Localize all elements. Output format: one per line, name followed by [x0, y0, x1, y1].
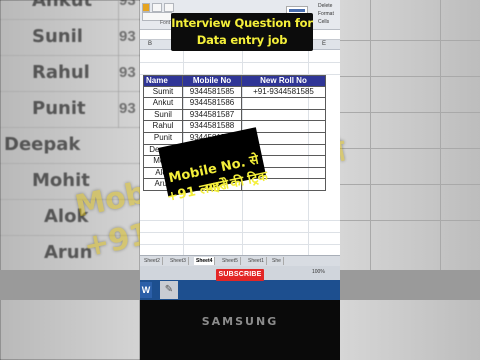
delete-button[interactable]: Delete	[312, 2, 338, 10]
format-button[interactable]: Format	[312, 10, 338, 18]
sheet-tab[interactable]: Sheet3	[168, 257, 189, 265]
font-button[interactable]	[152, 3, 162, 12]
cell-mobile[interactable]: 9344581586	[183, 98, 242, 110]
cell-new-roll[interactable]: +91-9344581585	[242, 86, 326, 99]
column-header[interactable]: E	[322, 41, 326, 47]
zoom-level[interactable]: 100%	[312, 269, 325, 275]
header-new-roll[interactable]: New Roll No	[242, 75, 326, 87]
cell-new-roll[interactable]	[242, 109, 326, 122]
word-taskbar-icon[interactable]: W	[140, 282, 152, 298]
bg-digits: 93	[118, 20, 140, 56]
header-mobile[interactable]: Mobile No	[183, 75, 242, 87]
bg-digits: 93	[118, 92, 140, 128]
table-row: Ankut 9344581586	[143, 98, 326, 110]
bg-name-row: Deepak	[0, 128, 140, 164]
title-line-2: Data entry job	[196, 33, 288, 47]
table-header-row: Name Mobile No New Roll No	[143, 75, 326, 87]
ribbon-group-font: Font	[160, 20, 171, 26]
paint-taskbar-icon[interactable]: ✎	[160, 281, 178, 299]
table-row: Sunil 9344581587	[143, 109, 326, 122]
cells-group: Delete Format Cells	[312, 2, 338, 28]
video-title-overlay: Interview Question for Data entry job	[171, 13, 313, 51]
bg-taskbar-right	[340, 270, 480, 300]
sheet-tab[interactable]: She	[270, 257, 284, 265]
bg-digits: 93	[118, 56, 140, 92]
subscribe-button[interactable]: SUBSCRIBE	[216, 269, 264, 281]
bold-button[interactable]	[142, 3, 150, 12]
title-line-1: Interview Question for	[171, 16, 313, 30]
table-row: Sumit 9344581585 +91-9344581585	[143, 86, 326, 99]
header-name[interactable]: Name	[143, 75, 183, 87]
sheet-tab-active[interactable]: Sheet4	[194, 257, 216, 265]
bg-digits: 93	[118, 0, 140, 20]
cell-name[interactable]: Ankut	[143, 98, 183, 110]
align-button[interactable]	[164, 3, 174, 12]
column-header[interactable]: B	[148, 41, 152, 47]
ribbon-group-cells: Cells	[318, 19, 330, 25]
sheet-tab[interactable]: Sheet1	[246, 257, 267, 265]
sheet-tab[interactable]: Sheet5	[220, 257, 241, 265]
cell-mobile[interactable]: 9344581585	[183, 86, 242, 99]
cell-mobile[interactable]: 9344581587	[183, 109, 242, 122]
cell-name[interactable]: Sunil	[143, 109, 183, 122]
cell-name[interactable]: Sumit	[143, 86, 183, 99]
sheet-tab[interactable]: Sheet2	[142, 257, 163, 265]
sheet-tabs: Sheet2 Sheet3 Sheet4 Sheet5 Sheet1 She	[140, 255, 340, 266]
cell-new-roll[interactable]	[242, 98, 326, 110]
cell-name[interactable]: Rahul	[143, 121, 183, 133]
phone-brand: SAMSUNG	[201, 315, 279, 328]
